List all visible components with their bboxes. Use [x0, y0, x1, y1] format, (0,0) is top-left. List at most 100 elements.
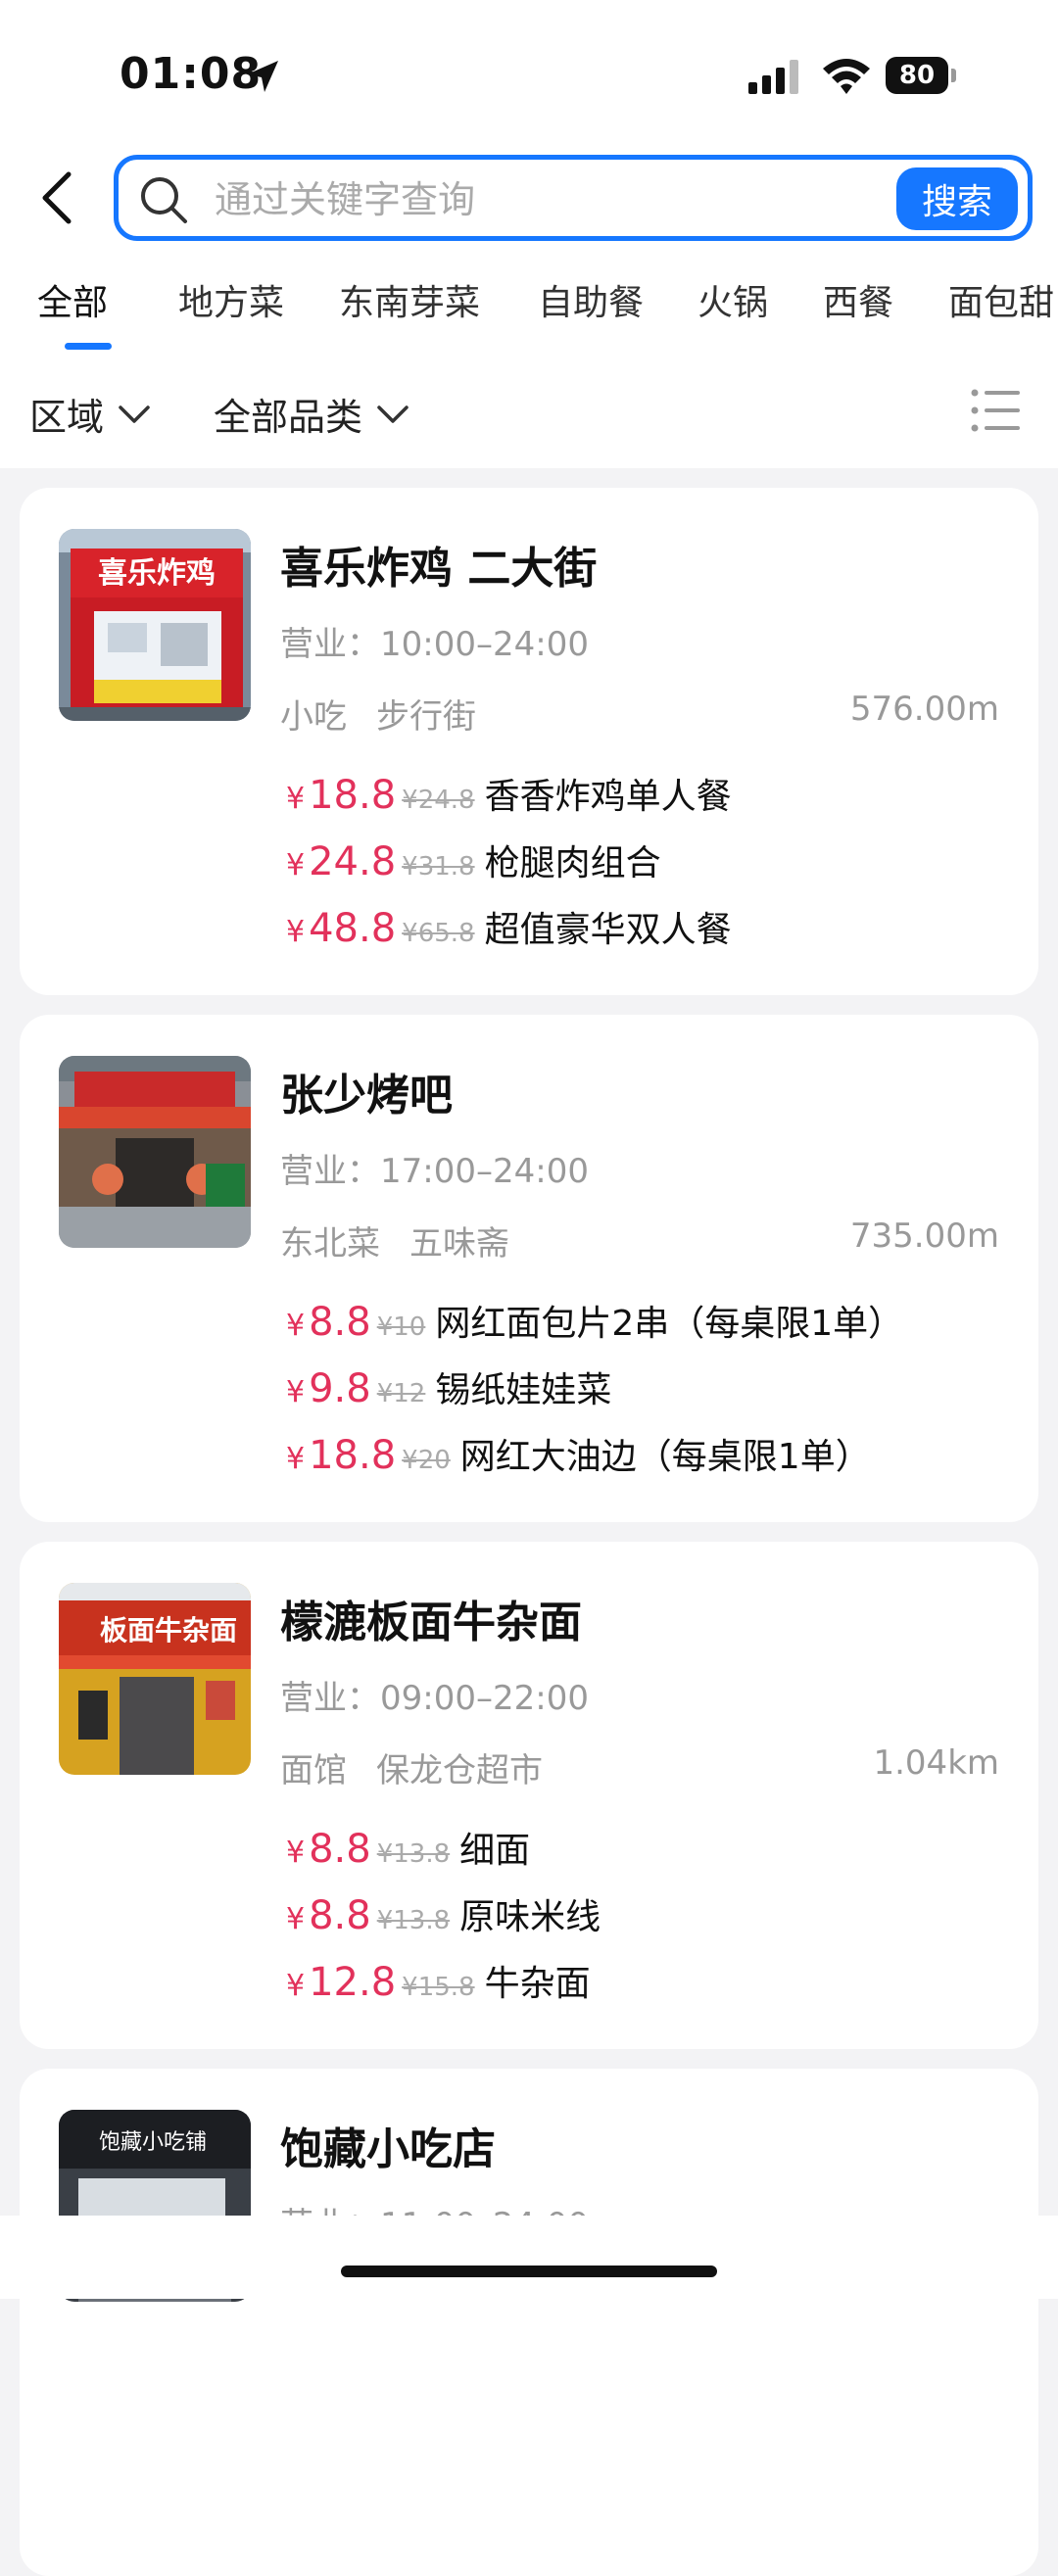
- shop-hours: 营业：17:00–24:00: [280, 1144, 589, 1192]
- area-filter-label: 区域: [29, 396, 105, 439]
- original-price: ¥15.8: [402, 1973, 475, 2002]
- deal-item[interactable]: ¥8.8 ¥13.8 原味米线: [286, 1888, 601, 1939]
- currency-symbol: ¥: [286, 1442, 306, 1476]
- back-arrow-icon[interactable]: [35, 167, 80, 229]
- original-price: ¥24.8: [402, 786, 475, 815]
- shop-distance: 735.00m: [849, 1216, 999, 1256]
- deal-name: 香香炸鸡单人餐: [484, 777, 732, 817]
- original-price: ¥65.8: [402, 919, 475, 948]
- tab-buffet[interactable]: 自助餐: [538, 274, 644, 325]
- hours-value: 10:00–24:00: [380, 625, 589, 664]
- deal-item[interactable]: ¥12.8 ¥15.8 牛杂面: [286, 1955, 591, 2006]
- shop-location: 步行街: [376, 697, 476, 737]
- battery-tip: [951, 69, 956, 82]
- original-price: ¥10: [376, 1312, 426, 1342]
- deal-price: 18.8: [309, 1433, 397, 1478]
- chevron-down-icon: [377, 405, 409, 423]
- shop-meta: 小吃 步行街: [280, 690, 476, 738]
- deal-price: 48.8: [309, 906, 397, 951]
- currency-symbol: ¥: [286, 1836, 306, 1870]
- currency-symbol: ¥: [286, 1902, 306, 1936]
- deal-name: 牛杂面: [484, 1964, 591, 2004]
- wifi-icon: [823, 59, 870, 94]
- battery-indicator: 80: [886, 57, 956, 94]
- tab-local-cuisine[interactable]: 地方菜: [178, 274, 284, 325]
- home-indicator[interactable]: [341, 2266, 717, 2277]
- status-time: 01:08: [120, 49, 263, 99]
- bottom-safe-area: [0, 2216, 1058, 2299]
- currency-symbol: ¥: [286, 782, 306, 816]
- deal-item[interactable]: ¥8.8 ¥10 网红面包片2串（每桌限1单）: [286, 1295, 903, 1346]
- deal-price: 8.8: [309, 1300, 371, 1345]
- shop-hours: 营业：10:00–24:00: [280, 617, 589, 665]
- deal-item[interactable]: ¥24.8 ¥31.8 枪腿肉组合: [286, 835, 661, 885]
- original-price: ¥13.8: [376, 1906, 451, 1935]
- search-button[interactable]: 搜索: [896, 167, 1018, 230]
- tab-active-indicator: [65, 343, 112, 350]
- deal-price: 8.8: [309, 1827, 371, 1872]
- hours-value: 09:00–22:00: [380, 1679, 589, 1718]
- hours-label: 营业：: [280, 1152, 380, 1191]
- currency-symbol: ¥: [286, 1969, 306, 2003]
- shop-location: 保龙仓超市: [376, 1751, 543, 1790]
- shop-name: 喜乐炸鸡 二大街: [280, 544, 598, 594]
- deal-price: 24.8: [309, 839, 397, 884]
- category-filter-label: 全部品类: [214, 396, 363, 439]
- tab-hotpot[interactable]: 火锅: [697, 274, 768, 325]
- currency-symbol: ¥: [286, 915, 306, 949]
- deal-price: 9.8: [309, 1366, 371, 1411]
- shop-location: 五味斋: [409, 1224, 509, 1264]
- shop-card[interactable]: 板面牛杂面 檬漉板面牛杂面 营业：09:00–22:00 面馆 保龙仓超市 1.0…: [20, 1542, 1038, 2049]
- currency-symbol: ¥: [286, 1375, 306, 1409]
- shop-card[interactable]: 饱藏小吃铺 饱藏小吃店 营业：11:00–24:00: [20, 2069, 1038, 2576]
- original-price: ¥20: [402, 1446, 451, 1475]
- tab-southeast[interactable]: 东南芽菜: [339, 274, 480, 325]
- cellular-signal-icon: [748, 60, 798, 94]
- deal-item[interactable]: ¥9.8 ¥12 锡纸娃娃菜: [286, 1361, 611, 1412]
- hours-label: 营业：: [280, 1679, 380, 1718]
- deal-item[interactable]: ¥18.8 ¥20 网红大油边（每桌限1单）: [286, 1428, 871, 1479]
- original-price: ¥31.8: [402, 852, 475, 882]
- original-price: ¥12: [376, 1379, 426, 1408]
- shop-card[interactable]: 张少烤吧 营业：17:00–24:00 东北菜 五味斋 735.00m ¥8.8 ¥…: [20, 1015, 1038, 1522]
- shop-photo: [59, 1056, 251, 1248]
- shop-name: 张少烤吧: [280, 1071, 453, 1121]
- deal-name: 网红大油边（每桌限1单）: [459, 1437, 871, 1477]
- hours-value: 17:00–24:00: [380, 1152, 589, 1191]
- deal-name: 网红面包片2串（每桌限1单）: [435, 1304, 904, 1344]
- shop-category: 面馆: [280, 1751, 347, 1790]
- shop-category: 东北菜: [280, 1224, 380, 1264]
- deal-item[interactable]: ¥18.8 ¥24.8 香香炸鸡单人餐: [286, 768, 732, 819]
- deal-name: 锡纸娃娃菜: [435, 1370, 612, 1410]
- shop-card[interactable]: 喜乐炸鸡 喜乐炸鸡 二大街 营业：10:00–24:00 小吃 步行街 576.0…: [20, 488, 1038, 995]
- category-filter[interactable]: 全部品类: [214, 387, 409, 441]
- tab-bakery[interactable]: 面包甜: [948, 274, 1054, 325]
- area-filter[interactable]: 区域: [29, 387, 151, 441]
- deal-name: 超值豪华双人餐: [484, 910, 732, 950]
- battery-level: 80: [886, 57, 948, 94]
- deal-price: 8.8: [309, 1893, 371, 1938]
- search-icon: [141, 177, 187, 223]
- shop-photo: 板面牛杂面: [59, 1583, 251, 1775]
- status-bar: 01:08 80: [0, 0, 1058, 147]
- deal-item[interactable]: ¥8.8 ¥13.8 细面: [286, 1822, 530, 1873]
- tab-all[interactable]: 全部: [37, 274, 108, 325]
- hours-label: 营业：: [280, 625, 380, 664]
- deal-price: 18.8: [309, 773, 397, 818]
- shop-sign-text: 饱藏小吃铺: [99, 2130, 207, 2155]
- tab-western[interactable]: 西餐: [823, 274, 893, 325]
- deal-item[interactable]: ¥48.8 ¥65.8 超值豪华双人餐: [286, 901, 732, 952]
- shop-distance: 1.04km: [873, 1743, 999, 1783]
- shop-photo: 喜乐炸鸡: [59, 529, 251, 721]
- search-bar[interactable]: 搜索: [114, 155, 1033, 241]
- currency-symbol: ¥: [286, 1309, 306, 1343]
- shop-name: 檬漉板面牛杂面: [280, 1598, 582, 1647]
- deal-name: 原味米线: [459, 1897, 601, 1937]
- shop-sign-text: 喜乐炸鸡: [98, 556, 216, 591]
- chevron-down-icon: [119, 405, 150, 423]
- deal-name: 枪腿肉组合: [484, 843, 661, 883]
- list-view-icon[interactable]: [970, 388, 1021, 433]
- search-input[interactable]: [213, 171, 902, 228]
- shop-category: 小吃: [280, 697, 347, 737]
- currency-symbol: ¥: [286, 848, 306, 883]
